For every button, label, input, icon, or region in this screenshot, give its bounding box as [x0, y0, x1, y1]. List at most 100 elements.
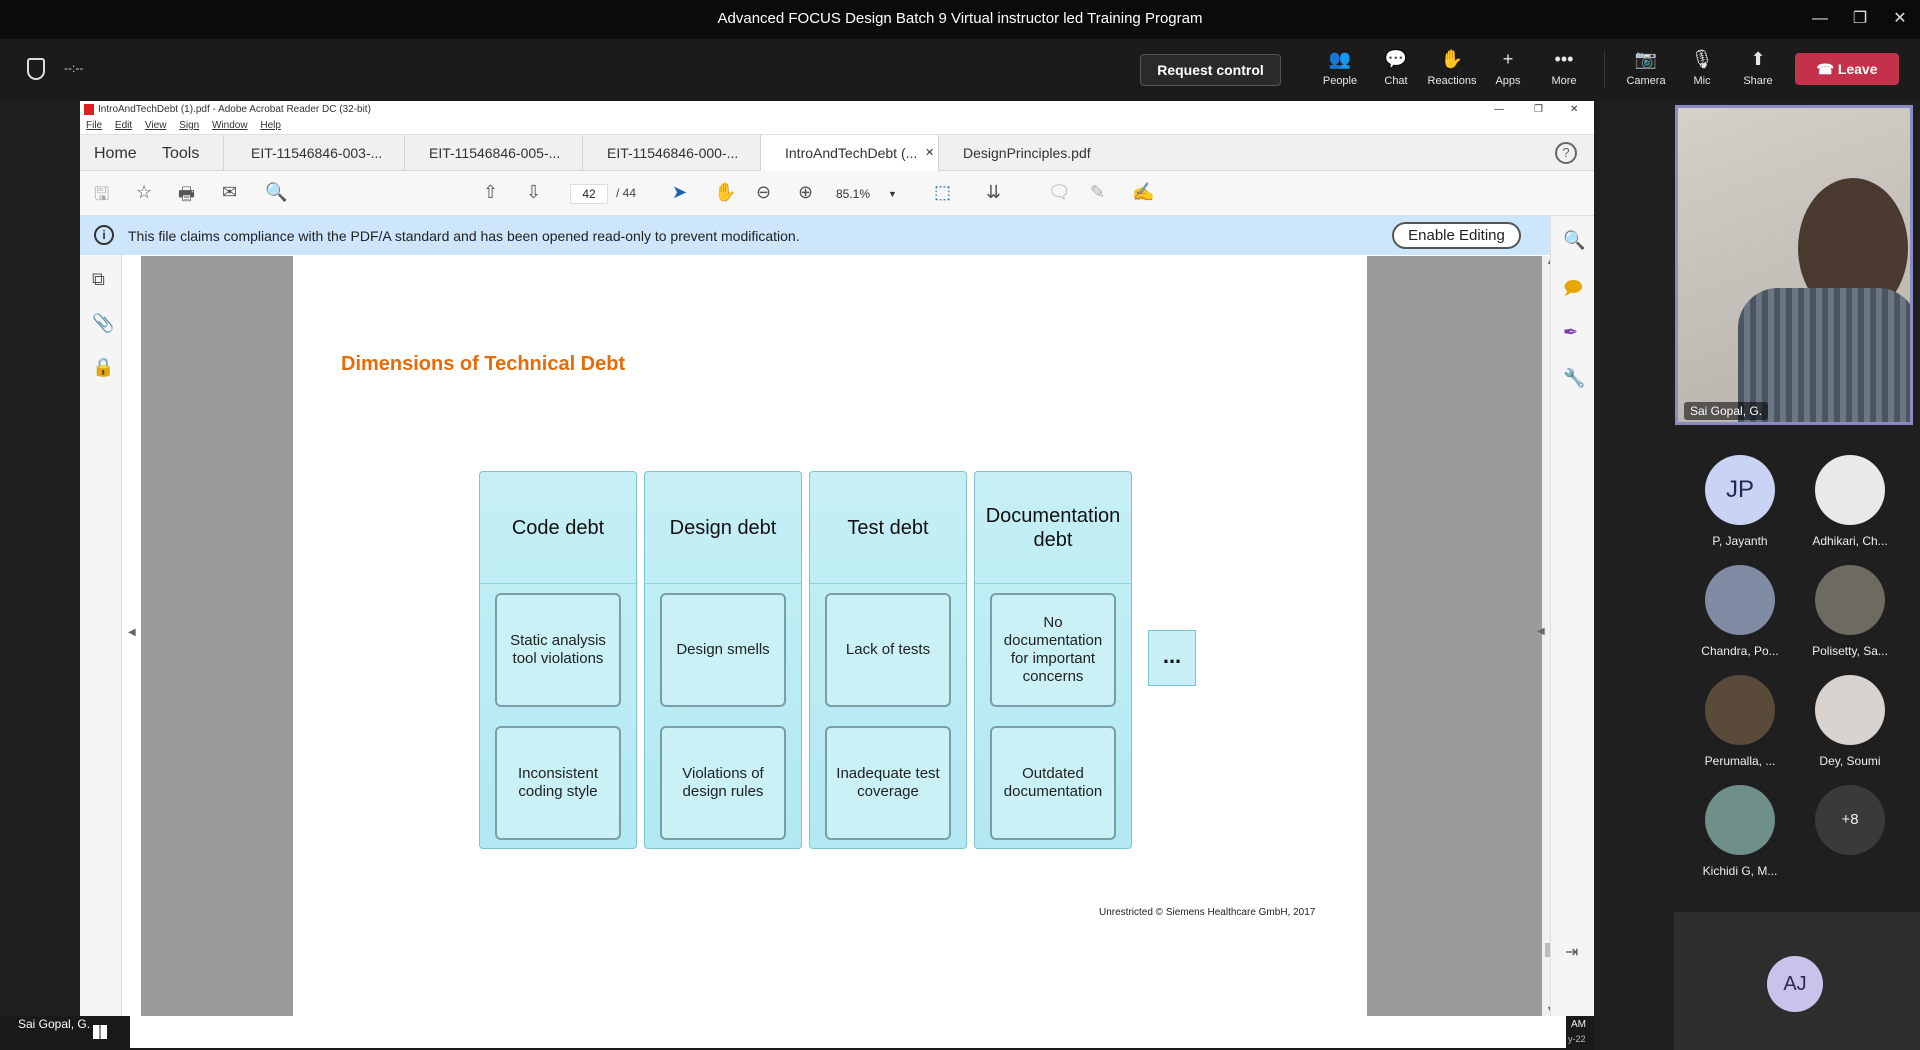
teams-title-bar: Advanced FOCUS Design Batch 9 Virtual in…	[0, 0, 1920, 39]
participant-name: Adhikari, Ch...	[1812, 534, 1888, 548]
debt-column: Code debt Static analysis tool violation…	[479, 471, 637, 849]
column-header: Code debt	[480, 472, 636, 584]
request-control-button[interactable]: Request control	[1140, 54, 1281, 86]
participant-avatar[interactable]: JP	[1705, 455, 1775, 525]
scroll-mode-icon[interactable]: ⇊	[986, 182, 1001, 203]
people-icon: 👥	[1328, 49, 1352, 69]
self-avatar: AJ	[1767, 956, 1823, 1012]
participant-avatar[interactable]	[1705, 785, 1775, 855]
debt-item: No documentation for important concerns	[990, 593, 1116, 707]
participant-avatar[interactable]	[1815, 455, 1885, 525]
acrobat-close-icon[interactable]: ✕	[1570, 101, 1578, 118]
security-lock-icon[interactable]: 🔒	[92, 357, 114, 378]
collapse-left-icon[interactable]: ◀	[128, 627, 136, 638]
camera-button[interactable]: 📷 Camera	[1618, 47, 1674, 95]
comment-tool-icon[interactable]: 🗩	[1563, 276, 1583, 306]
menu-sign[interactable]: Sign	[179, 120, 199, 131]
sign-icon[interactable]: ✍	[1132, 182, 1154, 203]
chat-button[interactable]: 💬 Chat	[1368, 47, 1424, 95]
more-button[interactable]: ••• More	[1536, 47, 1592, 95]
chat-icon: 💬	[1384, 49, 1408, 69]
menu-file[interactable]: File	[86, 120, 102, 131]
taskbar-strip	[130, 1016, 1566, 1048]
enable-editing-button[interactable]: Enable Editing	[1392, 222, 1521, 249]
acrobat-title-bar: IntroAndTechDebt (1).pdf - Adobe Acrobat…	[80, 101, 1594, 118]
doc-tab[interactable]: DesignPrinciples.pdf	[939, 135, 1101, 172]
zoom-search-icon[interactable]: 🔍	[265, 182, 287, 203]
email-icon[interactable]: ✉	[222, 182, 237, 203]
windows-start-icon[interactable]	[93, 1025, 107, 1039]
restore-icon[interactable]: ❐	[1846, 6, 1874, 32]
mic-off-icon: 🎙	[1690, 49, 1714, 69]
acrobat-minimize-icon[interactable]: —	[1494, 101, 1504, 118]
debt-column: Design debt Design smells Violations of …	[644, 471, 802, 849]
debt-item: Inconsistent coding style	[495, 726, 621, 840]
page-down-icon[interactable]: ⇩	[526, 182, 541, 203]
reactions-label: Reactions	[1427, 75, 1477, 87]
zoom-out-icon[interactable]: ⊖	[756, 182, 771, 203]
debt-column: Documentation debt No documentation for …	[974, 471, 1132, 849]
participant-avatar[interactable]	[1815, 675, 1885, 745]
more-dimensions-box: ...	[1148, 630, 1196, 686]
reactions-button[interactable]: ✋ Reactions	[1424, 47, 1480, 95]
zoom-in-icon[interactable]: ⊕	[798, 182, 813, 203]
people-button[interactable]: 👥 People	[1312, 47, 1368, 95]
minimize-icon[interactable]: —	[1806, 6, 1834, 32]
copyright-note: Unrestricted © Siemens Healthcare GmbH, …	[1099, 907, 1316, 918]
menu-help[interactable]: Help	[260, 120, 281, 131]
acrobat-restore-icon[interactable]: ❐	[1534, 101, 1543, 118]
expand-panel-icon[interactable]: ⇥	[1565, 942, 1578, 962]
doc-tab[interactable]: EIT-11546846-000-...	[583, 135, 761, 172]
doc-tab[interactable]: EIT-11546846-005-...	[405, 135, 583, 172]
print-icon[interactable]: 🖶	[178, 182, 195, 212]
help-icon[interactable]: ?	[1555, 142, 1577, 164]
page-total: / 44	[616, 186, 637, 200]
collapse-right-icon[interactable]: ◀	[1537, 626, 1545, 637]
debt-item: Inadequate test coverage	[825, 726, 951, 840]
zoom-select[interactable]: 85.1% ▼	[836, 184, 904, 204]
mic-button[interactable]: 🎙 Mic	[1674, 47, 1730, 95]
attachment-icon[interactable]: 📎	[92, 313, 114, 334]
fill-sign-icon[interactable]: ✒	[1563, 322, 1578, 343]
more-tools-icon[interactable]: 🔧	[1563, 368, 1585, 389]
zoom-value: 85.1%	[836, 187, 871, 201]
hand-tool-icon[interactable]: ✋	[714, 182, 736, 203]
call-timer: --:--	[64, 61, 84, 75]
participant-name: Polisetty, Sa...	[1812, 644, 1888, 658]
doc-tab-active[interactable]: IntroAndTechDebt (... ✕	[761, 135, 939, 172]
comment-icon[interactable]: 🗨	[1048, 182, 1071, 203]
fit-page-icon[interactable]: ⬚	[934, 182, 951, 203]
more-participants-button[interactable]: +8	[1815, 785, 1885, 855]
tab-close-icon[interactable]: ✕	[925, 135, 934, 172]
leave-button[interactable]: ☎ Leave	[1795, 53, 1899, 85]
debt-item: Design smells	[660, 593, 786, 707]
participant-avatar[interactable]	[1705, 565, 1775, 635]
tab-tools[interactable]: Tools	[162, 135, 225, 172]
pdf-page: Dimensions of Technical Debt Code debt S…	[293, 256, 1367, 1016]
acrobat-tab-bar: Home Tools EIT-11546846-003-... EIT-1154…	[80, 134, 1594, 172]
tab-home[interactable]: Home	[94, 135, 137, 172]
doc-tab[interactable]: EIT-11546846-003-...	[227, 135, 405, 172]
apps-button[interactable]: + Apps	[1480, 47, 1536, 95]
participant-avatar[interactable]	[1705, 675, 1775, 745]
debt-column: Test debt Lack of tests Inadequate test …	[809, 471, 967, 849]
highlight-icon[interactable]: ✎	[1090, 182, 1105, 203]
save-icon[interactable]: 🖫	[94, 182, 109, 212]
menu-edit[interactable]: Edit	[115, 120, 132, 131]
menu-window[interactable]: Window	[212, 120, 248, 131]
search-icon[interactable]: 🔍	[1563, 230, 1585, 251]
close-icon[interactable]: ✕	[1886, 6, 1914, 32]
participant-name: Kichidi G, M...	[1702, 864, 1778, 878]
page-up-icon[interactable]: ⇧	[483, 182, 498, 203]
page-number-input[interactable]: 42	[570, 184, 608, 204]
share-button[interactable]: ⬆ Share	[1730, 47, 1786, 95]
presenter-video[interactable]: Sai Gopal, G.	[1675, 105, 1913, 425]
page-thumbnails-icon[interactable]: ⧉	[92, 269, 105, 290]
chat-label: Chat	[1384, 75, 1408, 87]
menu-view[interactable]: View	[145, 120, 167, 131]
select-cursor-icon[interactable]: ➤	[672, 182, 687, 203]
participant-avatar[interactable]	[1815, 565, 1885, 635]
pdfa-info-bar: i This file claims compliance with the P…	[80, 216, 1594, 255]
bookmark-star-icon[interactable]: ☆	[136, 182, 152, 203]
document-viewport[interactable]: Dimensions of Technical Debt Code debt S…	[141, 256, 1542, 1016]
